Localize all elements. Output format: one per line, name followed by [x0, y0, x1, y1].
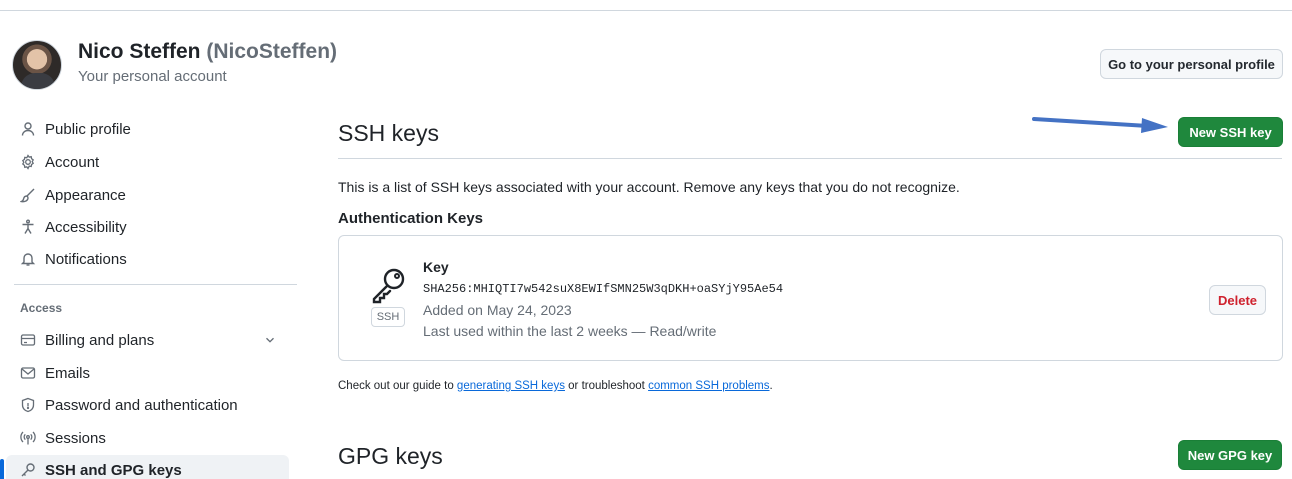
common-ssh-problems-link[interactable]: common SSH problems [648, 380, 769, 392]
ssh-description: This is a list of SSH keys associated wi… [338, 179, 960, 195]
sidebar-item-label: Account [45, 153, 100, 171]
sidebar-item-emails[interactable]: Emails [6, 358, 289, 388]
key-last-used: Last used within the last 2 weeks — Read… [423, 323, 717, 339]
ssh-type-badge: SSH [371, 307, 405, 327]
key-title: Key [423, 259, 449, 275]
paintbrush-icon [20, 187, 36, 203]
sidebar-item-label: Notifications [45, 250, 127, 268]
key-added-date: Added on May 24, 2023 [423, 302, 572, 318]
bell-icon [20, 251, 36, 267]
new-ssh-key-button[interactable]: New SSH key [1178, 117, 1283, 147]
sidebar-item-ssh-gpg-keys[interactable]: SSH and GPG keys [0, 455, 289, 479]
guide-prefix: Check out our guide to [338, 380, 457, 392]
avatar[interactable] [12, 40, 62, 90]
key-icon [20, 462, 36, 478]
new-gpg-key-button[interactable]: New GPG key [1178, 440, 1282, 470]
sidebar-item-notifications[interactable]: Notifications [6, 244, 289, 274]
sidebar-item-label: Appearance [45, 186, 126, 204]
sidebar-item-label: SSH and GPG keys [45, 461, 182, 479]
sidebar-item-label: Password and authentication [45, 396, 238, 414]
sidebar-item-label: Emails [45, 364, 91, 382]
mail-icon [20, 365, 36, 381]
sidebar-item-label: Public profile [45, 120, 131, 138]
sidebar-item-sessions[interactable]: Sessions [6, 423, 289, 453]
chevron-down-icon[interactable] [263, 333, 277, 347]
go-to-profile-button[interactable]: Go to your personal profile [1100, 49, 1283, 79]
gpg-keys-title: GPG keys [338, 443, 443, 469]
guide-suffix: . [769, 380, 773, 392]
credit-card-icon [20, 332, 36, 348]
sidebar-item-billing[interactable]: Billing and plans [6, 325, 289, 355]
sidebar-item-appearance[interactable]: Appearance [6, 180, 289, 210]
annotation-arrow [1032, 117, 1168, 133]
generating-ssh-keys-link[interactable]: generating SSH keys [457, 380, 565, 392]
broadcast-icon [20, 430, 36, 446]
sidebar-item-account[interactable]: Account [6, 147, 289, 177]
delete-key-button[interactable]: Delete [1209, 285, 1266, 315]
ssh-key-item [338, 235, 1283, 361]
top-divider [0, 10, 1292, 11]
authentication-keys-heading: Authentication Keys [338, 210, 484, 227]
sidebar-item-label: Billing and plans [45, 331, 155, 349]
sidebar-divider [14, 284, 297, 285]
key-icon [372, 268, 405, 304]
shield-lock-icon [20, 397, 36, 413]
gear-icon [20, 154, 36, 170]
account-name: Nico Steffen (NicoSteffen) [78, 40, 337, 64]
person-icon [20, 121, 36, 137]
account-login: (NicoSteffen) [206, 40, 338, 63]
ssh-divider [338, 158, 1282, 159]
sidebar-item-label: Sessions [45, 429, 106, 447]
sidebar-item-label: Accessibility [45, 218, 127, 236]
sidebar-heading-access: Access [20, 301, 63, 315]
ssh-keys-title: SSH keys [338, 120, 439, 146]
key-fingerprint: SHA256:MHIQTI7w542suX8EWIfSMN25W3qDKH+oa… [423, 282, 784, 296]
sidebar-item-password-authentication[interactable]: Password and authentication [6, 390, 289, 420]
account-display-name: Nico Steffen [78, 40, 201, 63]
sidebar-item-accessibility[interactable]: Accessibility [6, 212, 289, 242]
ssh-guide-text: Check out our guide to generating SSH ke… [338, 380, 773, 392]
sidebar-item-public-profile[interactable]: Public profile [6, 114, 289, 144]
guide-middle: or troubleshoot [564, 380, 649, 392]
account-subtitle: Your personal account [78, 68, 227, 85]
accessibility-icon [20, 219, 36, 235]
